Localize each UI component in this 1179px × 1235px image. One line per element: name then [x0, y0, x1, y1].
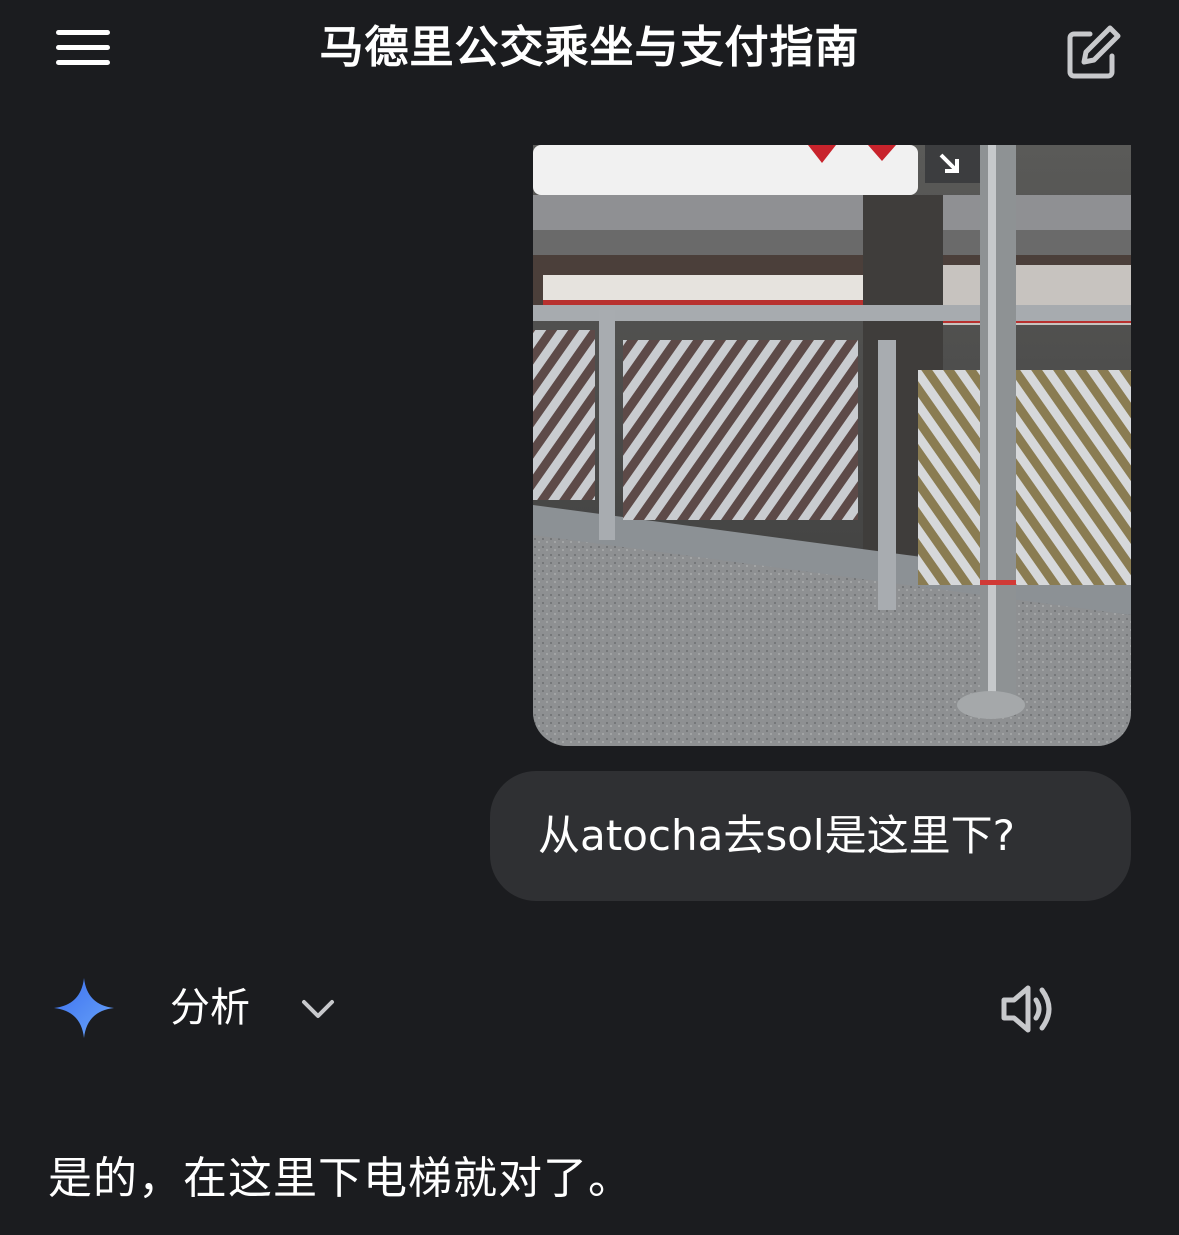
analysis-toggle-button[interactable]: 分析 — [160, 978, 350, 1038]
chat-screen: 马德里公交乘坐与支付指南 从atocha去sol是这里下? 分析 是的，在这里下… — [0, 0, 1179, 1235]
new-chat-button[interactable] — [1062, 22, 1124, 82]
analysis-label: 分析 — [170, 985, 250, 1031]
speaker-icon — [1001, 985, 1052, 1033]
menu-button[interactable] — [52, 24, 116, 72]
page-title: 马德里公交乘坐与支付指南 — [319, 22, 860, 73]
hamburger-menu-icon — [56, 30, 110, 35]
user-message-bubble: 从atocha去sol是这里下? — [490, 771, 1131, 901]
chevron-down-icon — [302, 1000, 334, 1018]
edit-pencil-icon — [1067, 25, 1121, 79]
gemini-spark-icon — [54, 978, 114, 1038]
top-bar: 马德里公交乘坐与支付指南 — [0, 0, 1179, 100]
station-photo-image — [533, 145, 1131, 746]
attached-photo[interactable] — [533, 145, 1131, 746]
assistant-answer-text: 是的，在这里下电梯就对了。 — [48, 1153, 633, 1204]
read-aloud-button[interactable] — [996, 978, 1062, 1040]
